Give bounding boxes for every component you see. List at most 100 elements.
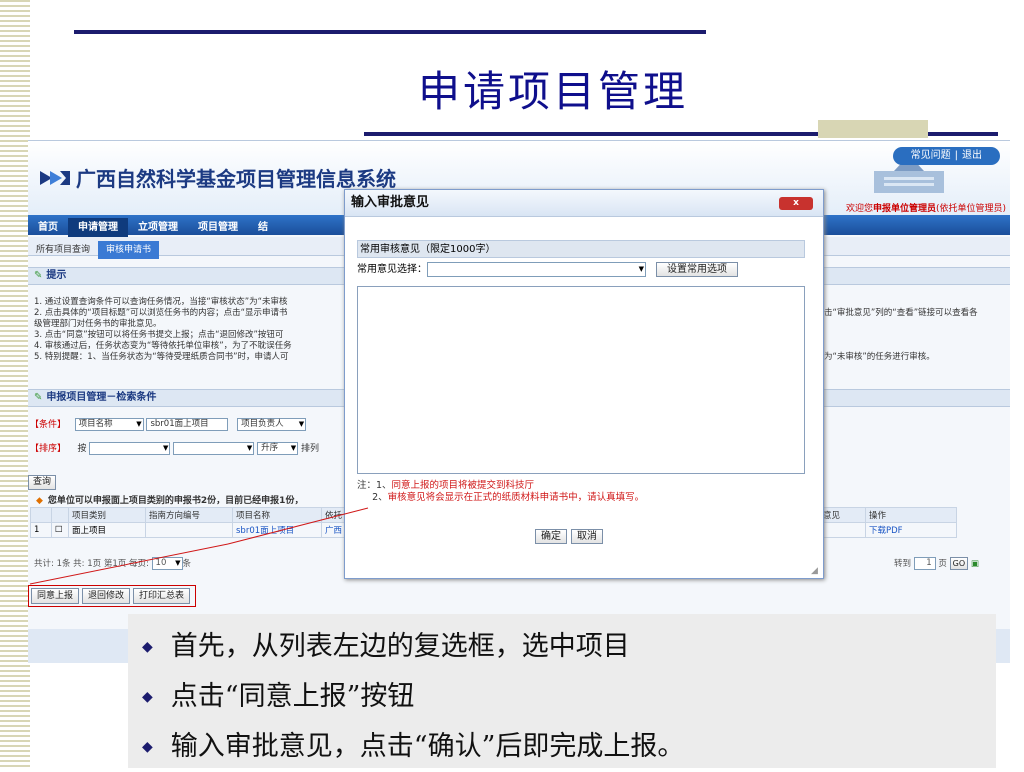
logout-link[interactable]: 退出 [962,150,982,161]
opinion-textarea[interactable] [357,286,805,474]
goto-page: 转到 1 页 GO ▣ [894,557,979,570]
nav-approval-mgmt[interactable]: 立项管理 [128,218,188,238]
header-action: 操作 [865,507,957,523]
diamond-icon: ◆ [142,689,153,705]
welcome-text: 欢迎您申报单位管理员(依托单位管理员) [846,201,1006,214]
goto-page-input[interactable]: 1 [913,557,936,570]
return-modify-button[interactable]: 退回修改 [82,588,131,604]
sort-order-select[interactable]: 升序 [257,442,299,455]
tips-title: 提示 [46,270,67,281]
cancel-button[interactable]: 取消 [571,529,603,544]
condition-label: 【条件】 [30,420,67,430]
tip-right-2: 为“未审核”的任务进行审核。 [824,352,935,362]
slide-rule-top [74,30,706,34]
logo-icon [40,171,70,185]
bullet-icon: ◆ [36,496,43,506]
condition-field2-select[interactable]: 项目负责人 [237,418,307,431]
sort-label: 【排序】 [30,444,67,454]
approve-submit-button[interactable]: 同意上报 [31,588,80,604]
row-project-link[interactable]: sbr01面上项目 [232,522,322,538]
bullet-text: 首先，从列表左边的复选框，选中项目 [170,631,630,662]
dialog-titlebar: 输入审批意见 x [345,190,823,217]
tips-icon: ✎ [34,270,43,281]
search-section-icon: ✎ [34,392,43,403]
confirm-button[interactable]: 确定 [535,529,567,544]
instruction-bullets: ◆ 首先，从列表左边的复选框，选中项目 ◆ 点击“同意上报”按钮 ◆ 输入审批意见，点… [128,614,996,768]
goto-prefix: 转到 [894,559,912,569]
goto-suffix: 页 [938,559,947,569]
sort-field1-select[interactable] [89,442,171,455]
bullet-item: ◆ 首先，从列表左边的复选框，选中项目 [142,622,996,672]
dialog-note: 注：1、同意上报的项目将被提交到科技厅 2、审核意见将会显示在正式的纸质材料申请… [357,480,644,504]
row-category: 面上项目 [68,522,146,538]
sort-row: 【排序】 按 升序 排列 [30,441,319,455]
row-checkbox[interactable]: ☐ [51,522,69,538]
slide-decor-box [818,120,928,138]
close-icon[interactable]: x [779,197,813,210]
welcome-prefix: 欢迎您 [845,204,873,214]
header-check [51,507,69,523]
note-line-1: 注：1、同意上报的项目将被提交到科技厅 [357,480,644,492]
print-summary-button[interactable]: 打印汇总表 [133,588,191,604]
nav-project-mgmt[interactable]: 项目管理 [188,218,248,238]
sort-field2-select[interactable] [173,442,255,455]
set-common-button[interactable]: 设置常用选项 [656,262,738,277]
common-opinion-row: 常用意见选择： 设置常用选项 [357,260,805,277]
resize-grip-icon[interactable]: ◢ [811,566,821,576]
note-text-2: 审核意见将会显示在正式的纸质材料申请书中，请认真填写。 [387,492,645,503]
bullet-item: ◆ 点击“同意上报”按钮 [142,672,996,722]
page-size-select[interactable]: 10 [151,557,183,570]
quota-summary: ◆ 您单位可以申报面上项目类别的申报书2份，目前已经申报1份， [36,493,303,506]
pager-text: 共计: 1条 共: 1页 第1页 每页: [34,559,152,569]
top-links: 常见问题 | 退出 [892,147,1000,165]
sort-suffix: 排列 [300,444,319,454]
dialog-buttons: 确定 取消 [535,524,607,544]
nav-more[interactable]: 结 [248,218,278,238]
sort-by-text: 按 [77,444,87,454]
header-name: 项目名称 [232,507,322,523]
search-title: 申报项目管理－检索条件 [46,392,157,403]
welcome-user: 申报单位管理员 [872,204,936,214]
note-prefix-1: 注：1、 [357,480,392,491]
faq-link[interactable]: 常见问题 [911,150,951,161]
diamond-icon: ◆ [142,739,153,755]
header-index [30,507,52,523]
app-screenshot: 广西自然科学基金项目管理信息系统 常见问题 | 退出 欢迎您申报单位管理员(依托单位… [28,140,1010,663]
note-line-2: 2、审核意见将会显示在正式的纸质材料申请书中，请认真填写。 [357,492,644,504]
note-text-1: 同意上报的项目将被提交到科技厅 [391,480,535,491]
pager: 共计: 1条 共: 1页 第1页 每页: 10条 [34,557,191,570]
bullet-item: ◆ 输入审批意见，点击“确认”后即完成上报。 [142,722,996,772]
query-button[interactable]: 查询 [28,475,57,490]
row-download-link[interactable]: 下载PDF [865,522,957,538]
slide-decor-stripes [0,0,30,768]
pager-unit: 条 [182,559,192,569]
condition-row: 【条件】 项目名称 sbr01面上项目 项目负责人 [30,417,307,431]
row-guide-no [145,522,233,538]
app-title: 广西自然科学基金项目管理信息系统 [76,167,396,191]
header-category: 项目类别 [68,507,146,523]
dialog-title: 输入审批意见 [351,195,430,210]
subnav-all-projects[interactable]: 所有项目查询 [28,241,98,259]
tip-right-1: 击“审批意见”列的“查看”链接可以查看各 [824,308,978,318]
nav-apply-mgmt[interactable]: 申请管理 [68,218,128,238]
condition-field-select[interactable]: 项目名称 [74,418,144,431]
nav-home[interactable]: 首页 [28,218,68,238]
row-org-text: 广西 [325,526,343,536]
header-guide-no: 指南方向编号 [145,507,233,523]
common-opinion-label: 常用意见选择： [357,264,427,275]
bottom-actions: 同意上报 退回修改 打印汇总表 [28,585,197,607]
summary-text: 您单位可以申报面上项目类别的申报书2份，目前已经申报1份， [47,496,304,506]
welcome-role: (依托单位管理员) [935,204,1006,214]
bullet-text: 点击“同意上报”按钮 [170,681,415,712]
bullet-text: 输入审批意见，点击“确认”后即完成上报。 [170,731,685,762]
approval-dialog: 输入审批意见 x 常用审核意见（限定1000字） 常用意见选择： 设置常用选项 注… [344,189,824,579]
go-button[interactable]: GO [949,557,969,570]
excel-export-icon[interactable]: ▣ [971,559,979,569]
slide-title: 申请项目管理 [418,67,689,116]
condition-value-input[interactable]: sbr01面上项目 [146,418,229,431]
dialog-section-header: 常用审核意见（限定1000字） [357,240,805,258]
subnav-review[interactable]: 审核申请书 [98,241,160,259]
query-button-wrap: 查询 [28,469,57,490]
note-prefix-2: 2、 [357,492,388,503]
common-opinion-select[interactable] [427,261,646,277]
